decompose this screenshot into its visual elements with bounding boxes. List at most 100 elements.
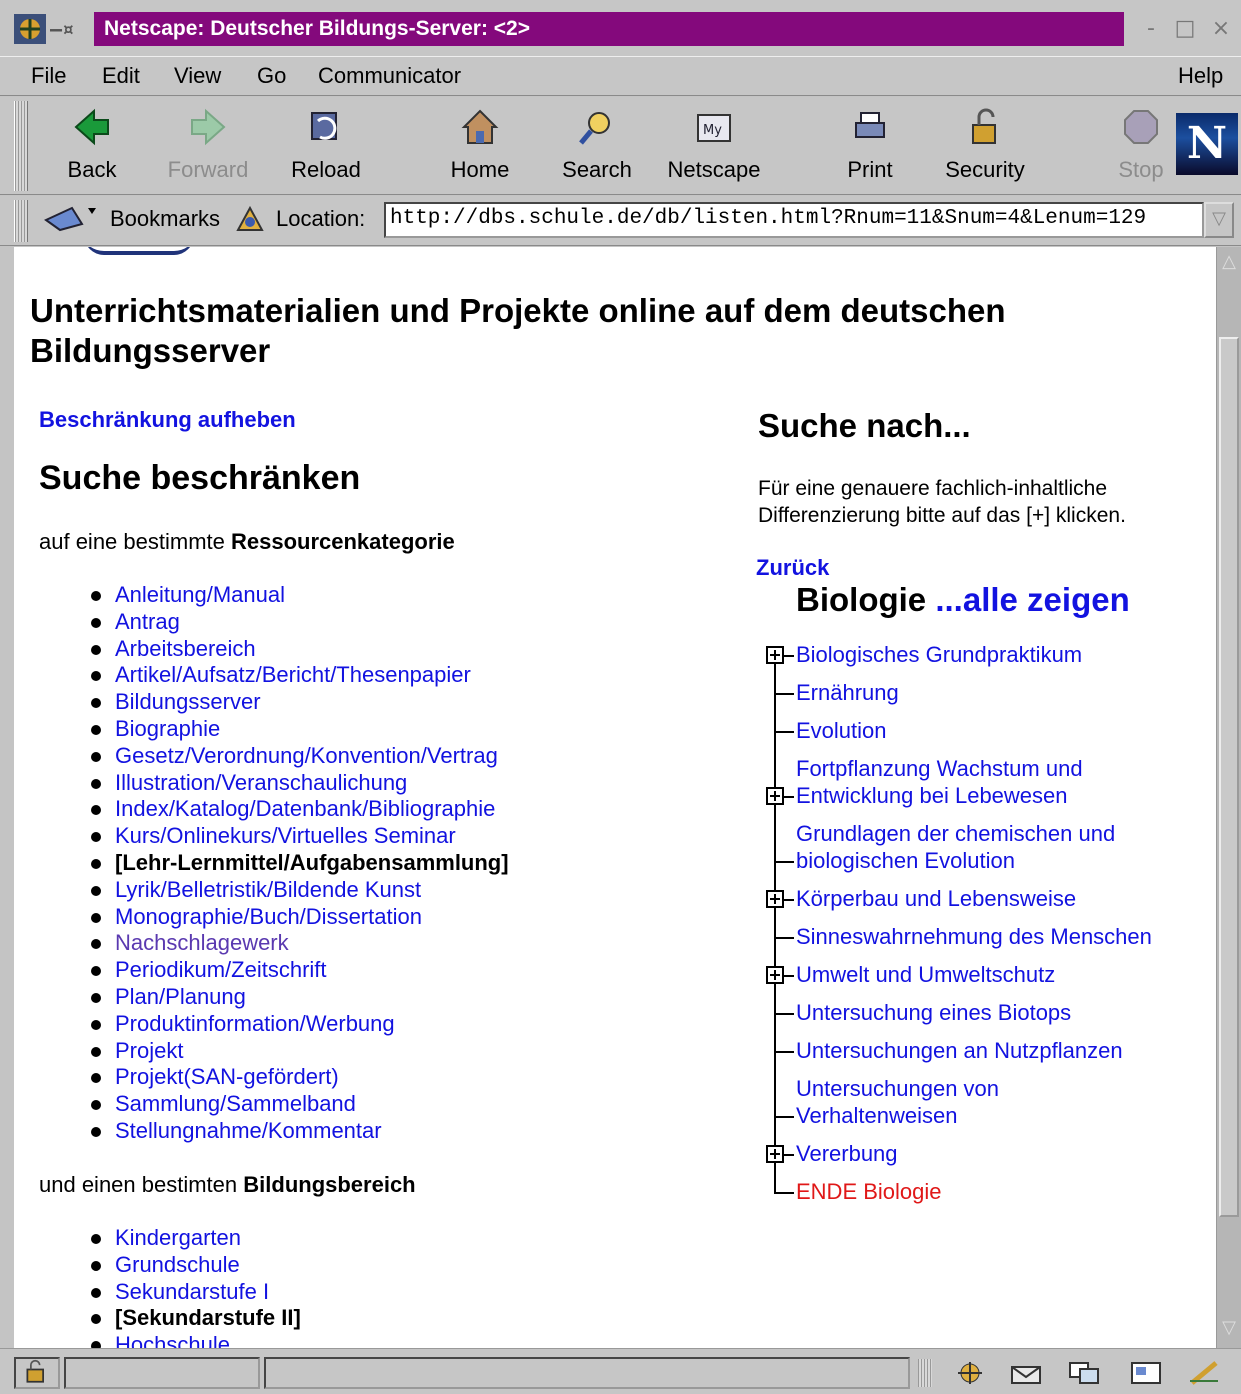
category-item[interactable]: Anleitung/Manual [89, 582, 509, 609]
category-item[interactable]: Produktinformation/Werbung [89, 1011, 509, 1038]
tree-node[interactable]: Untersuchungen an Nutzpflanzen [764, 1031, 1204, 1075]
tree-node-label[interactable]: Evolution [796, 717, 887, 744]
my-netscape-button[interactable]: My Netscape [659, 97, 769, 193]
tree-node[interactable]: Fortpflanzung Wachstum und Entwicklung be… [764, 749, 1204, 820]
tree-node-label[interactable]: Untersuchungen von [796, 1075, 999, 1102]
tree-node-text[interactable]: ENDE Biologie [796, 1178, 942, 1205]
menu-view[interactable]: View [174, 61, 221, 91]
expand-plus-icon[interactable] [766, 645, 784, 664]
tree-node-label[interactable]: biologischen Evolution [796, 847, 1115, 874]
category-item[interactable]: Nachschlagewerk [89, 930, 509, 957]
tree-node-label[interactable]: Biologisches Grundpraktikum [796, 641, 1082, 668]
tree-node-text[interactable]: Untersuchung eines Biotops [796, 999, 1071, 1026]
tree-node-text[interactable]: Ernährung [796, 679, 899, 706]
tree-node-label[interactable]: Sinneswahrnehmung des Menschen [796, 923, 1152, 950]
tree-node-label[interactable]: Umwelt und Umweltschutz [796, 961, 1055, 988]
tree-node-label[interactable]: Ernährung [796, 679, 899, 706]
location-icon[interactable] [232, 204, 268, 234]
scroll-thumb[interactable] [1219, 337, 1239, 1217]
tree-node-label[interactable]: Untersuchungen an Nutzpflanzen [796, 1037, 1123, 1064]
location-grip[interactable] [14, 200, 28, 242]
category-item[interactable]: Stellungnahme/Kommentar [89, 1118, 509, 1145]
search-button[interactable]: Search [542, 97, 652, 193]
menu-go[interactable]: Go [257, 61, 286, 91]
show-all-link[interactable]: ...alle zeigen [935, 581, 1129, 618]
composer-icon[interactable] [1128, 1359, 1164, 1387]
netscape-n-logo[interactable]: N [1176, 113, 1238, 175]
tree-node[interactable]: Körperbau und Lebensweise [764, 879, 1204, 923]
print-button[interactable]: Print [815, 97, 925, 193]
pen-icon[interactable] [1186, 1359, 1222, 1387]
level-item[interactable]: Sekundarstufe I [89, 1279, 301, 1306]
category-item[interactable]: Projekt [89, 1038, 509, 1065]
tree-node-text[interactable]: Körperbau und Lebensweise [796, 885, 1076, 912]
component-grip[interactable] [918, 1359, 932, 1387]
back-button[interactable]: Back [37, 97, 147, 193]
tree-node-text[interactable]: Fortpflanzung Wachstum und Entwicklung be… [796, 755, 1083, 809]
tree-node-text[interactable]: Grundlagen der chemischen und biologische… [796, 820, 1115, 874]
tree-node[interactable]: Vererbung [764, 1134, 1204, 1178]
category-item[interactable]: Projekt(SAN-gefördert) [89, 1064, 509, 1091]
tree-node-text[interactable]: Biologisches Grundpraktikum [796, 641, 1082, 668]
level-item[interactable]: Kindergarten [89, 1225, 301, 1252]
category-item[interactable]: Artikel/Aufsatz/Bericht/Thesenpapier [89, 662, 509, 689]
tree-node-text[interactable]: Sinneswahrnehmung des Menschen [796, 923, 1152, 950]
category-item[interactable]: Gesetz/Verordnung/Konvention/Vertrag [89, 743, 509, 770]
tree-node-text[interactable]: Evolution [796, 717, 887, 744]
menu-edit[interactable]: Edit [102, 61, 140, 91]
mail-icon[interactable] [1008, 1359, 1044, 1387]
back-link[interactable]: Zurück [756, 555, 829, 581]
navigator-icon[interactable] [952, 1359, 988, 1387]
tree-node-label[interactable]: ENDE Biologie [796, 1178, 942, 1205]
security-lock-icon[interactable] [14, 1357, 60, 1389]
category-item[interactable]: Kurs/Onlinekurs/Virtuelles Seminar [89, 823, 509, 850]
minimize-button[interactable]: - [1136, 14, 1166, 44]
tree-node[interactable]: Untersuchung eines Biotops [764, 993, 1204, 1037]
discussion-icon[interactable] [1066, 1359, 1102, 1387]
bookmarks-label[interactable]: Bookmarks [110, 206, 220, 232]
category-item[interactable]: Arbeitsbereich [89, 636, 509, 663]
location-url-input[interactable]: http://dbs.schule.de/db/listen.html?Rnum… [384, 202, 1204, 238]
tree-node-label[interactable]: Körperbau und Lebensweise [796, 885, 1076, 912]
tree-node-label[interactable]: Grundlagen der chemischen und [796, 820, 1115, 847]
menu-file[interactable]: File [31, 61, 66, 91]
tree-node-text[interactable]: Umwelt und Umweltschutz [796, 961, 1055, 988]
tree-node[interactable]: Grundlagen der chemischen und biologische… [764, 814, 1204, 885]
category-item[interactable]: Lyrik/Belletristik/Bildende Kunst [89, 877, 509, 904]
category-item[interactable]: Biographie [89, 716, 509, 743]
location-dropdown-icon[interactable]: ▽ [1204, 202, 1234, 238]
netscape-window-icon[interactable] [14, 14, 46, 44]
tree-node-text[interactable]: Untersuchungen von Verhaltenweisen [796, 1075, 999, 1129]
scroll-up-icon[interactable]: △ [1219, 251, 1239, 273]
tree-node-text[interactable]: Untersuchungen an Nutzpflanzen [796, 1037, 1123, 1064]
expand-plus-icon[interactable] [766, 889, 784, 908]
category-item[interactable]: Index/Katalog/Datenbank/Bibliographie [89, 796, 509, 823]
home-button[interactable]: Home [425, 97, 535, 193]
tree-node[interactable]: Umwelt und Umweltschutz [764, 955, 1204, 999]
category-item[interactable]: Antrag [89, 609, 509, 636]
level-item[interactable]: Grundschule [89, 1252, 301, 1279]
tree-node-label[interactable]: Verhaltenweisen [796, 1102, 999, 1129]
security-button[interactable]: Security [930, 97, 1040, 193]
category-item[interactable]: Bildungsserver [89, 689, 509, 716]
maximize-button[interactable]: □ [1170, 14, 1200, 44]
menu-communicator[interactable]: Communicator [318, 61, 461, 91]
scroll-down-icon[interactable]: ▽ [1219, 1317, 1239, 1339]
category-item[interactable]: Periodikum/Zeitschrift [89, 957, 509, 984]
reload-button[interactable]: Reload [271, 97, 381, 193]
vertical-scrollbar[interactable]: △ ▽ [1216, 247, 1241, 1348]
tree-node[interactable]: Untersuchungen von Verhaltenweisen [764, 1069, 1204, 1140]
tree-node-label[interactable]: Untersuchung eines Biotops [796, 999, 1071, 1026]
tree-end-marker[interactable]: ENDE Biologie [764, 1172, 1204, 1216]
close-button[interactable]: × [1206, 14, 1236, 44]
tree-node-label[interactable]: Entwicklung bei Lebewesen [796, 782, 1083, 809]
pin-icon[interactable]: –¤ [50, 14, 90, 44]
tree-node[interactable]: Ernährung [764, 673, 1204, 717]
menu-help[interactable]: Help [1178, 61, 1223, 91]
tree-node[interactable]: Evolution [764, 711, 1204, 755]
tree-node-label[interactable]: Vererbung [796, 1140, 898, 1167]
expand-plus-icon[interactable] [766, 786, 784, 805]
category-item[interactable]: Monographie/Buch/Dissertation [89, 904, 509, 931]
category-item[interactable]: Illustration/Veranschaulichung [89, 770, 509, 797]
level-item[interactable]: Hochschule [89, 1332, 301, 1348]
